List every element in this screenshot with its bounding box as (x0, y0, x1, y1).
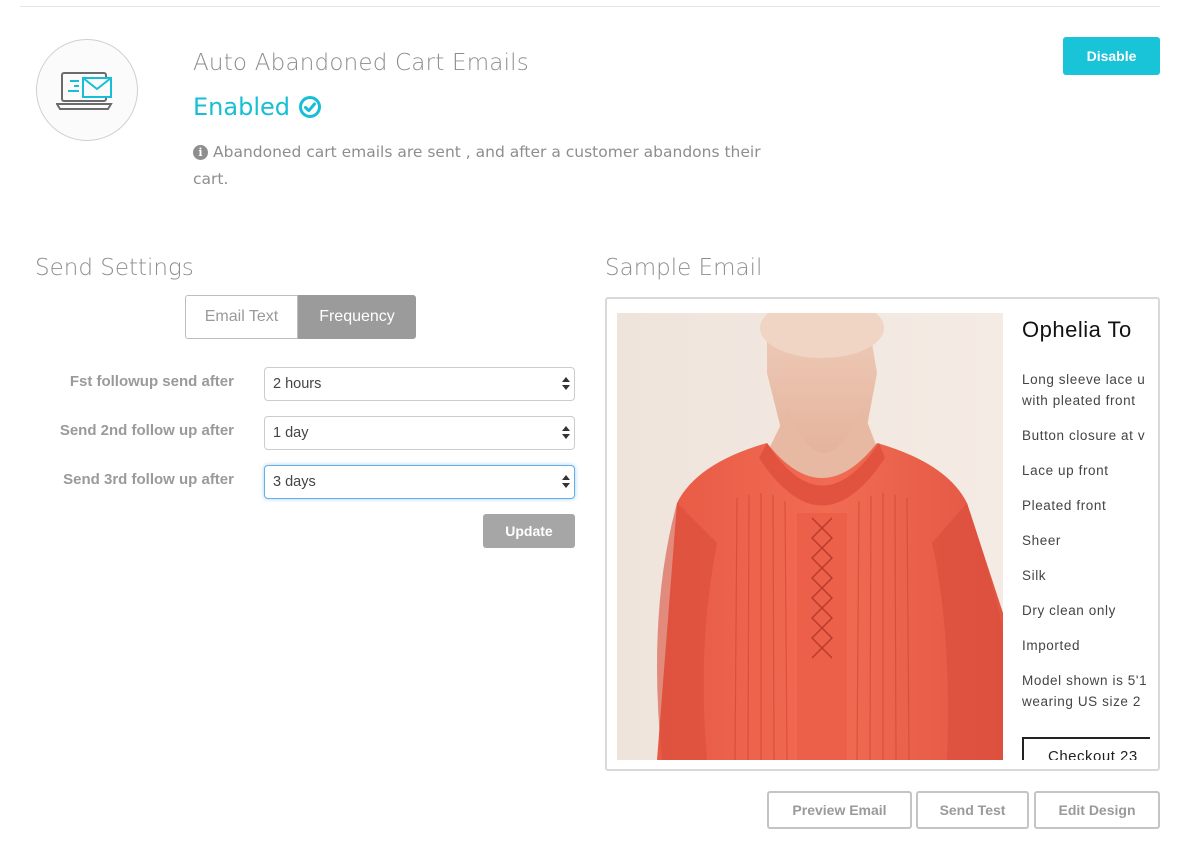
edit-design-button[interactable]: Edit Design (1034, 791, 1160, 829)
list-item: Button closure at v (1022, 428, 1146, 443)
list-item: Long sleeve lace u with pleated front (1022, 372, 1146, 408)
list-item: Model shown is 5'1 wearing US size 2 (1022, 673, 1148, 709)
info-message: Abandoned cart emails are sent , and aft… (193, 143, 761, 188)
followup-1-value: 2 hours (273, 376, 322, 392)
info-icon: i (193, 145, 208, 160)
followup-2-value: 1 day (273, 425, 309, 441)
select-arrows-icon (562, 377, 570, 393)
followup-3-label: Send 3rd follow up after (63, 471, 234, 488)
update-button[interactable]: Update (483, 514, 575, 548)
email-preview[interactable]: Ophelia To Long sleeve lace u with pleate… (605, 297, 1160, 771)
followup-1-select[interactable]: 2 hours (264, 367, 575, 401)
tab-email-text[interactable]: Email Text (185, 295, 298, 339)
send-settings-heading: Send Settings (35, 255, 194, 281)
followup-2-select[interactable]: 1 day (264, 416, 575, 450)
list-item: Imported (1022, 638, 1081, 653)
laptop-email-icon (36, 39, 138, 141)
sample-email-heading: Sample Email (605, 255, 763, 281)
status-line: Enabled (193, 93, 322, 121)
product-copy: Ophelia To Long sleeve lace u with pleate… (1022, 313, 1150, 760)
list-item: Sheer (1022, 533, 1062, 548)
select-arrows-icon (562, 475, 570, 491)
list-item: Lace up front (1022, 463, 1109, 478)
check-circle-icon (298, 96, 321, 118)
product-photo (617, 313, 1003, 760)
product-details: Long sleeve lace u with pleated front But… (1022, 369, 1150, 712)
followup-row-3: Send 3rd follow up after 3 days (20, 465, 580, 499)
select-arrows-icon (562, 426, 570, 442)
followup-row-1: Fst followup send after 2 hours (20, 367, 580, 401)
list-item: Pleated front (1022, 498, 1107, 513)
disable-button[interactable]: Disable (1063, 37, 1160, 75)
followup-3-value: 3 days (273, 474, 316, 490)
info-text: i Abandoned cart emails are sent , and af… (193, 139, 793, 193)
followup-2-label: Send 2nd follow up after (59, 422, 234, 439)
checkout-button[interactable]: Checkout 23 (1022, 737, 1150, 760)
settings-tabs: Email Text Frequency (185, 295, 416, 339)
followup-1-label: Fst followup send after (69, 373, 234, 390)
followup-row-2: Send 2nd follow up after 1 day (20, 416, 580, 450)
send-test-button[interactable]: Send Test (916, 791, 1029, 829)
followup-3-select[interactable]: 3 days (264, 465, 575, 499)
tab-frequency[interactable]: Frequency (298, 295, 416, 339)
list-item: Dry clean only (1022, 603, 1116, 618)
top-divider (20, 6, 1160, 7)
feature-title: Auto Abandoned Cart Emails (193, 50, 529, 76)
preview-email-button[interactable]: Preview Email (767, 791, 912, 829)
status-text: Enabled (193, 93, 290, 121)
product-name: Ophelia To (1022, 317, 1132, 342)
list-item: Silk (1022, 568, 1047, 583)
